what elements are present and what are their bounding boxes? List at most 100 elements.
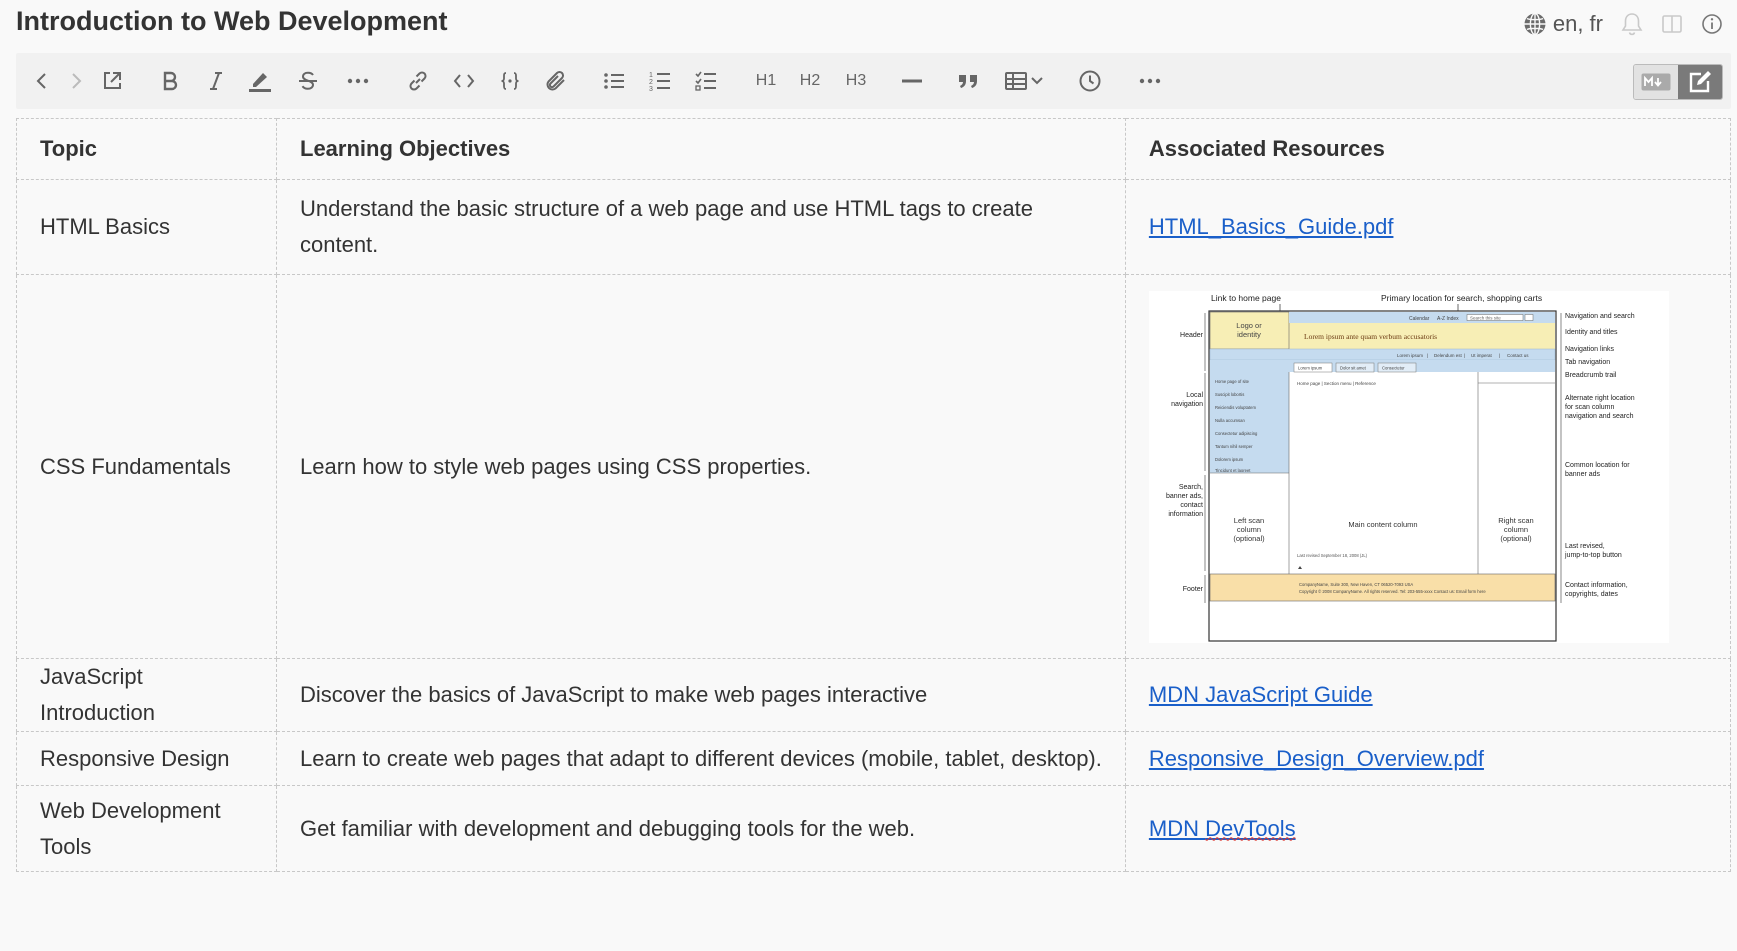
inline-code-icon[interactable] [450, 65, 478, 97]
wf-tab: Lorem ipsum [1298, 365, 1323, 370]
table-header-row: Topic Learning Objectives Associated Res… [16, 118, 1732, 180]
language-selector[interactable]: en, fr [1523, 11, 1603, 37]
bullet-list-icon[interactable] [600, 65, 628, 97]
highlight-icon[interactable] [246, 65, 274, 97]
split-view-icon[interactable] [1661, 13, 1683, 35]
wf-nav-sep: | [1464, 353, 1465, 358]
column-header-objectives: Learning Objectives [276, 118, 1126, 180]
wf-footer-line: Copyright © 2008 CompanyName. All rights… [1299, 589, 1486, 594]
bold-icon[interactable] [156, 65, 184, 97]
wf-last-revised: Last revised September 18, 2008 (JL) [1297, 553, 1368, 558]
heading-3-button[interactable]: H3 [842, 65, 870, 97]
editor-toolbar: 123 H1 H2 H3 [16, 53, 1731, 109]
wf-sidebar-link: Home page of site [1215, 379, 1250, 384]
wf-nav-link: Contact us [1507, 353, 1529, 358]
wf-footer-line: CompanyName, Suite 300, New Haven, CT 06… [1299, 582, 1413, 587]
table-row: JavaScript Introduction Discover the bas… [16, 658, 1732, 732]
wf-nav-link: Ut imperat [1471, 353, 1493, 358]
heading-2-button[interactable]: H2 [796, 65, 824, 97]
numbered-list-icon[interactable]: 123 [646, 65, 674, 97]
wf-nav-sep: | [1499, 353, 1500, 358]
resource-link[interactable]: MDN JavaScript Guide [1149, 682, 1373, 707]
wf-right-label: Navigation and search [1565, 313, 1635, 320]
table-cell-resource: MDN DevTools [1124, 785, 1732, 872]
table-cell-resource: Responsive_Design_Overview.pdf [1124, 731, 1732, 786]
wf-logo: Logo or [1236, 321, 1262, 330]
info-icon[interactable] [1701, 13, 1723, 35]
table-cell-resource: MDN JavaScript Guide [1124, 658, 1732, 732]
column-header-resources: Associated Resources [1124, 118, 1732, 180]
edit-mode-button[interactable] [1678, 65, 1722, 99]
wf-label-home-link: Link to home page [1211, 293, 1281, 303]
svg-text:column: column [1237, 525, 1261, 534]
table-cell-topic: Responsive Design [16, 731, 277, 786]
attachment-icon[interactable] [542, 65, 570, 97]
wf-left-label: Search, [1179, 484, 1203, 491]
svg-text:(optional): (optional) [1500, 534, 1532, 543]
content-table-wrapper: Topic Learning Objectives Associated Res… [16, 118, 1732, 872]
wf-top-link: A-Z Index [1437, 316, 1459, 322]
wf-sidebar-link: Tantum nihil semper [1215, 444, 1253, 449]
resource-link-prefix: MDN [1148, 815, 1206, 841]
svg-text:1: 1 [649, 72, 653, 79]
svg-text:navigation and search: navigation and search [1565, 413, 1634, 420]
table-cell-objective: Understand the basic structure of a web … [276, 179, 1126, 275]
back-icon[interactable] [28, 65, 56, 97]
title-actions: en, fr [1523, 8, 1723, 40]
table-cell-topic: HTML Basics [16, 179, 277, 275]
horizontal-rule-icon[interactable] [898, 65, 926, 97]
open-external-icon[interactable] [98, 65, 126, 97]
wf-sidebar-link: Suscipit lobortis [1215, 392, 1244, 397]
strikethrough-icon[interactable] [294, 65, 322, 97]
history-icon[interactable] [1076, 65, 1104, 97]
wf-search-box: Search this site [1470, 315, 1501, 320]
table-cell-resource: HTML_Basics_Guide.pdf [1124, 179, 1732, 275]
svg-text:jump-to-top button: jump-to-top button [1564, 552, 1622, 559]
globe-icon [1523, 12, 1547, 36]
web-layout-diagram-image[interactable]: Link to home page Primary location for s… [1148, 290, 1669, 643]
code-block-icon[interactable] [496, 65, 524, 97]
wf-main-col-label: Main content column [1348, 520, 1417, 529]
wf-sidebar-link: Nulla accumsan [1215, 418, 1245, 423]
resource-link[interactable]: MDN DevTools [1149, 816, 1296, 841]
italic-icon[interactable] [202, 65, 230, 97]
svg-text:information: information [1168, 511, 1203, 518]
wf-nav-link: Lorem ipsum [1397, 353, 1423, 358]
wf-label-primary-search: Primary location for search, shopping ca… [1381, 293, 1542, 303]
wf-sidebar-link: Reiciendis voluptatem [1215, 405, 1256, 410]
table-row: Web Development Tools Get familiar with … [16, 785, 1732, 872]
resource-link[interactable]: Responsive_Design_Overview.pdf [1149, 746, 1484, 771]
wf-right-col-label: Right scan [1498, 516, 1533, 525]
markdown-mode-button[interactable] [1634, 65, 1678, 99]
wf-headline: Lorem ipsum ante quam verbum accusatoris [1304, 332, 1437, 341]
table-icon[interactable] [1004, 65, 1050, 97]
table-cell-objective: Get familiar with development and debugg… [276, 785, 1126, 872]
link-icon[interactable] [404, 65, 432, 97]
wf-right-label: Tab navigation [1565, 359, 1610, 366]
wf-left-label: Footer [1183, 586, 1204, 593]
wf-left-label: Local [1186, 392, 1203, 399]
bell-icon[interactable] [1621, 12, 1643, 36]
svg-text:3: 3 [649, 86, 653, 92]
wf-right-label: Last revised, [1565, 543, 1605, 550]
table-cell-topic: Web Development Tools [16, 785, 277, 872]
wf-left-label: Header [1180, 332, 1204, 339]
more-icon[interactable] [344, 65, 372, 97]
heading-1-button[interactable]: H1 [752, 65, 780, 97]
table-row: CSS Fundamentals Learn how to style web … [16, 274, 1732, 659]
wf-top-link: Calendar [1409, 316, 1430, 322]
forward-icon[interactable] [62, 65, 90, 97]
resource-link[interactable]: HTML_Basics_Guide.pdf [1149, 214, 1394, 239]
topics-table: Topic Learning Objectives Associated Res… [16, 118, 1732, 872]
quote-icon[interactable] [954, 65, 982, 97]
svg-text:identity: identity [1237, 330, 1261, 339]
table-row: Responsive Design Learn to create web pa… [16, 731, 1732, 786]
wf-nav-link: Delendum est [1434, 353, 1463, 358]
wf-right-label: Contact information, [1565, 582, 1628, 589]
task-list-icon[interactable] [692, 65, 720, 97]
svg-text:contact: contact [1180, 502, 1203, 509]
wf-right-label: Breadcrumb trail [1565, 372, 1617, 379]
wf-sidebar-link: Tincidunt et laoreet [1215, 468, 1251, 473]
table-cell-topic: JavaScript Introduction [16, 658, 277, 732]
more-icon[interactable] [1136, 65, 1164, 97]
